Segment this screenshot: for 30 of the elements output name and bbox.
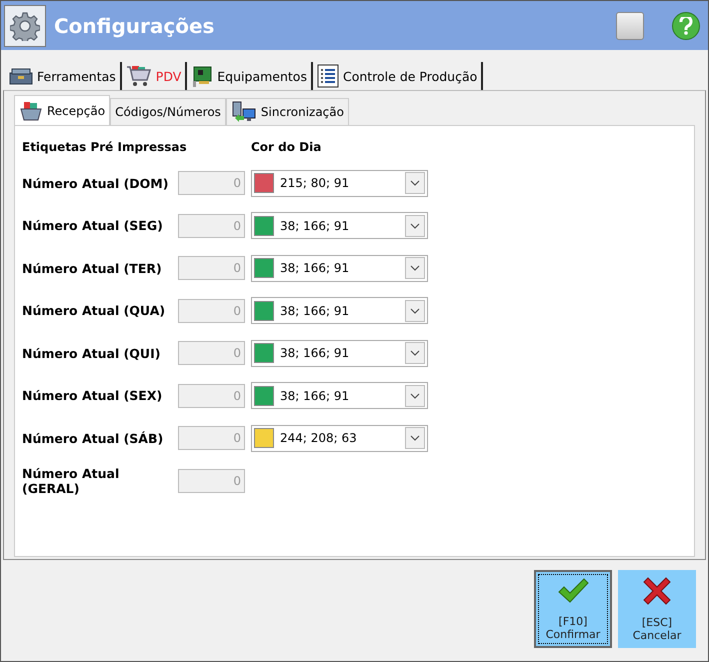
tab[interactable]: Controle de Produção (312, 62, 484, 90)
square-button[interactable] (616, 12, 644, 40)
field-label: Número Atual (DOM) (22, 176, 170, 191)
cart-icon (126, 64, 152, 88)
close-icon (642, 576, 672, 606)
tab[interactable]: Equipamentos (187, 62, 313, 90)
column-header: Cor do Dia (251, 140, 322, 154)
field-label: Número Atual (SÁB) (22, 430, 164, 446)
confirm-button[interactable]: [F10] Confirmar (534, 570, 612, 648)
column-header: Etiquetas Pré Impressas (22, 140, 188, 154)
field-label: Número Atual (SEG) (22, 218, 164, 234)
list-icon (316, 64, 339, 88)
field-label: Número Atual (QUI) (22, 346, 162, 361)
circuit-board-icon (191, 65, 214, 87)
field-label: Número Atual (QUA) (22, 303, 166, 318)
field-label: Número Atual (TER) (22, 260, 163, 276)
field-label: Número Atual (SEX) (22, 388, 164, 404)
basket-icon (19, 100, 43, 122)
field-label: Número Atual (GERAL) (22, 466, 120, 496)
tab[interactable]: Ferramentas (5, 62, 122, 90)
cancel-button[interactable]: [ESC] Cancelar (618, 570, 696, 648)
help-icon[interactable] (672, 12, 700, 40)
tab[interactable]: Sincronização (226, 98, 349, 125)
gear-icon (10, 10, 40, 40)
checkmark-icon (557, 577, 589, 605)
tab[interactable]: Recepção (14, 95, 110, 125)
computers-icon (230, 100, 257, 124)
tab[interactable]: Códigos/Números (110, 98, 226, 125)
window-title: Configurações (54, 14, 216, 38)
toolbox-icon (9, 66, 33, 86)
